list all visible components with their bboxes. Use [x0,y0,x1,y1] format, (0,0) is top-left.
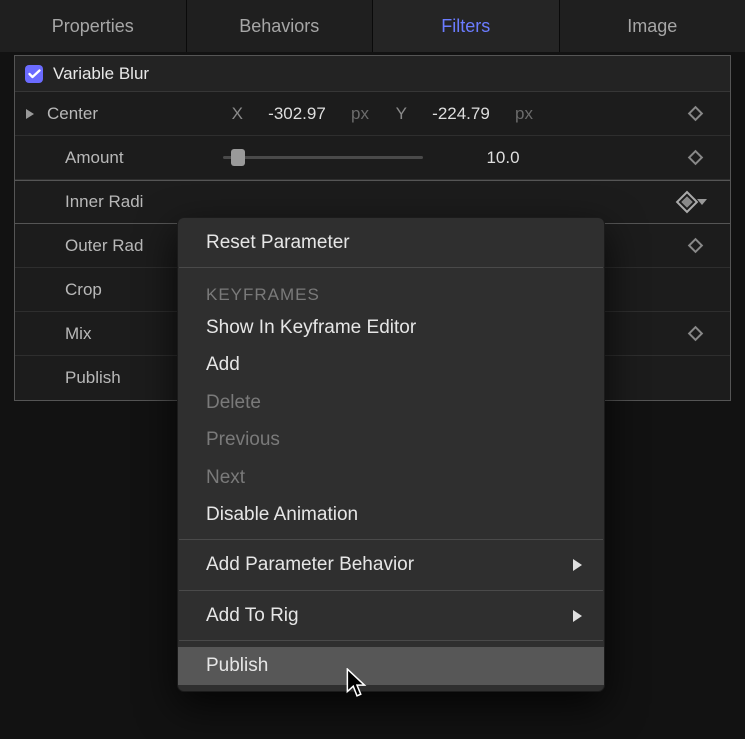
menu-separator [179,539,603,540]
param-label-outer-radius: Outer Radius [33,236,143,256]
menu-label: Add To Rig [206,601,299,630]
center-x-label: X [219,104,243,124]
amount-slider[interactable] [223,156,423,159]
animation-context-menu: Reset Parameter KEYFRAMES Show In Keyfra… [177,217,605,692]
center-y-value[interactable]: -224.79 [415,104,507,124]
keyframe-icon[interactable] [687,238,703,254]
menu-label: Add Parameter Behavior [206,550,414,579]
filter-enable-checkbox[interactable] [25,65,43,83]
center-y-unit: px [515,104,539,124]
keyframe-icon[interactable] [687,106,703,122]
tab-filters[interactable]: Filters [373,0,560,52]
menu-publish[interactable]: Publish [178,647,604,684]
param-label-publish-osc: Publish OSC [33,368,123,388]
menu-next-keyframe: Next [178,459,604,496]
submenu-arrow-icon [573,559,582,571]
menu-reset-parameter[interactable]: Reset Parameter [178,224,604,261]
keyframe-icon[interactable] [687,150,703,166]
inspector-tabs: Properties Behaviors Filters Image [0,0,745,52]
menu-add-keyframe[interactable]: Add [178,346,604,383]
menu-delete-keyframe: Delete [178,384,604,421]
center-x-unit: px [351,104,375,124]
menu-show-keyframe-editor[interactable]: Show In Keyframe Editor [178,309,604,346]
menu-previous-keyframe: Previous [178,421,604,458]
center-y-label: Y [383,104,407,124]
keyframe-add-icon[interactable] [681,196,692,207]
menu-add-parameter-behavior[interactable]: Add Parameter Behavior [178,546,604,583]
keyframe-icon[interactable] [687,326,703,342]
submenu-arrow-icon [573,610,582,622]
amount-value[interactable]: 10.0 [453,148,553,168]
center-x-value[interactable]: -302.97 [251,104,343,124]
filter-title: Variable Blur [53,64,149,84]
menu-separator [179,267,603,268]
row-center: Center X -302.97 px Y -224.79 px [15,92,730,136]
menu-keyframes-heading: KEYFRAMES [178,274,604,308]
tab-behaviors[interactable]: Behaviors [187,0,374,52]
menu-disable-animation[interactable]: Disable Animation [178,496,604,533]
tab-image[interactable]: Image [560,0,745,52]
row-amount: Amount 10.0 [15,136,730,180]
param-label-inner-radius: Inner Radius [33,192,143,212]
animation-menu-chevron-icon[interactable] [697,199,707,205]
tab-properties[interactable]: Properties [0,0,187,52]
param-label-center: Center [33,104,219,124]
menu-separator [179,640,603,641]
filter-header[interactable]: Variable Blur [15,56,730,92]
menu-separator [179,590,603,591]
param-label-amount: Amount [33,148,219,168]
menu-add-to-rig[interactable]: Add To Rig [178,597,604,634]
